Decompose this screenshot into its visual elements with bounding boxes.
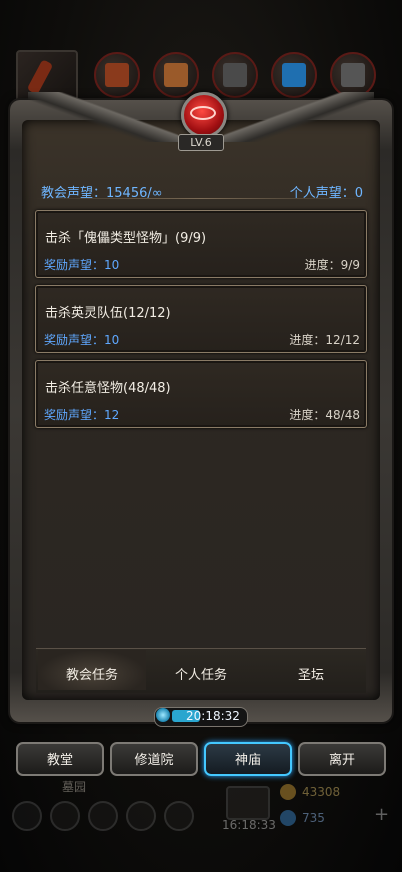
quest-progress: 进度：12/12 [289, 333, 360, 347]
weapon-icon [26, 59, 54, 95]
gift-timer: 16:18:33 [222, 818, 276, 832]
level-badge: LV.6 [178, 134, 224, 151]
quest-card[interactable]: 击杀英灵队伍(12/12) 奖励声望：10 进度：12/12 [35, 285, 367, 353]
skill-claw-icon [341, 63, 365, 87]
skill-ice-icon [282, 63, 306, 87]
gem-icon [280, 810, 296, 826]
add-currency-button[interactable]: + [374, 804, 389, 825]
tab-personal-quests[interactable]: 个人任务 [175, 664, 227, 683]
quest-card[interactable]: 击杀「傀儡类型怪物」(9/9) 奖励声望：10 进度：9/9 [35, 210, 367, 278]
hud-button-2[interactable] [50, 801, 80, 831]
quest-reward: 奖励声望：12 [44, 408, 120, 422]
nav-leave-button[interactable]: 离开 [298, 742, 386, 776]
quest-title: 击杀英灵队伍(12/12) [45, 306, 171, 321]
tab-altar[interactable]: 圣坛 [298, 664, 324, 683]
gift-box-icon[interactable] [226, 786, 270, 820]
hud-button-3[interactable] [88, 801, 118, 831]
skill-blade-icon [223, 63, 247, 87]
quest-reward: 奖励声望：10 [44, 333, 120, 347]
hud-button-5[interactable] [164, 801, 194, 831]
skill-scroll-icon [164, 63, 188, 87]
clock-icon [156, 708, 170, 722]
quest-title: 击杀任意怪物(48/48) [45, 381, 171, 396]
gold-amount: 43308 [302, 785, 341, 799]
divider [36, 198, 366, 199]
quest-progress: 进度：48/48 [289, 408, 360, 422]
hud-button-4[interactable] [126, 801, 156, 831]
emblem-mark [190, 106, 216, 120]
nav-temple-button[interactable]: 神庙 [204, 742, 292, 776]
quest-card[interactable]: 击杀任意怪物(48/48) 奖励声望：12 进度：48/48 [35, 360, 367, 428]
tab-church-quests[interactable]: 教会任务 [66, 664, 118, 683]
nav-monastery-button[interactable]: 修道院 [110, 742, 198, 776]
gold-coin-icon [280, 784, 296, 800]
graveyard-label: 墓园 [62, 780, 87, 794]
quest-reward: 奖励声望：10 [44, 258, 120, 272]
frame-wing-left [28, 92, 178, 142]
nav-church-hall-button[interactable]: 教堂 [16, 742, 104, 776]
skill-fire-icon [105, 63, 129, 87]
timer-text: 20:18:32 [186, 709, 240, 723]
frame-wing-right [224, 92, 374, 142]
quest-title: 击杀「傀儡类型怪物」(9/9) [45, 231, 207, 246]
quest-progress: 进度：9/9 [304, 258, 360, 272]
gem-amount: 735 [302, 811, 325, 825]
hud-button-1[interactable] [12, 801, 42, 831]
